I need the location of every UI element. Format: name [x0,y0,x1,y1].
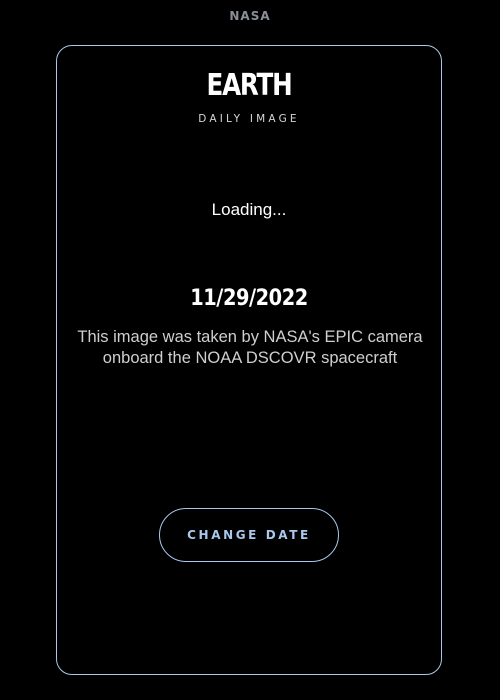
change-date-button[interactable]: CHANGE DATE [159,508,339,562]
card-title: EARTH [206,68,293,103]
image-date: 11/29/2022 [190,286,308,311]
nasa-logo: NASA [229,9,271,23]
card-subtitle: DAILY IMAGE [198,113,300,125]
earth-image-card: EARTH DAILY IMAGE Loading... 11/29/2022 … [56,45,442,675]
loading-status: Loading... [211,200,287,219]
image-description: This image was taken by NASA's EPIC came… [77,328,423,367]
